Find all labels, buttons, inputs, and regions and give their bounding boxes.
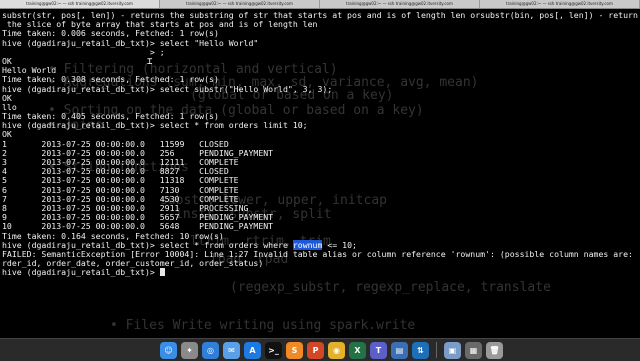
ftp-icon[interactable]: ⇅ [412, 341, 429, 359]
launchpad-icon[interactable]: ✦ [181, 341, 198, 359]
finder-icon[interactable]: ☺ [160, 341, 177, 359]
dock: ☺ ✦ ◎ ✉ A >_ S P ◉ X T ▤ ⇅ ▣ ▦ 🗑 [0, 338, 640, 361]
excel-icon[interactable]: X [349, 341, 366, 359]
window-titlebar: training@gw02:~ — ssh training@gw02.itve… [0, 0, 640, 9]
terminal-line: OK [2, 92, 12, 103]
sublime-icon[interactable]: S [286, 341, 303, 359]
dock-separator [436, 342, 437, 358]
teams-icon[interactable]: T [370, 341, 387, 359]
mouse-cursor-icon: ⌶ [147, 57, 153, 67]
terminal-icon[interactable]: >_ [265, 341, 282, 359]
terminal-tab[interactable]: training@gw02:~ — ssh training@gw02.itve… [160, 0, 320, 8]
terminal-line: > ; [2, 46, 165, 57]
files-icon[interactable]: ▤ [391, 341, 408, 359]
terminal-line: OK [2, 55, 12, 66]
terminal-output[interactable]: substr(str, pos[, len]) - returns the su… [2, 11, 638, 334]
terminal-tab[interactable]: training@gw02:~ — ssh training@gw02.itve… [480, 0, 640, 8]
terminal-tab[interactable]: training@gw02:~ — ssh training@gw02.itve… [320, 0, 480, 8]
terminal-prompt[interactable]: hive (dgadiraju_retail_db_txt)> [2, 268, 638, 277]
mail-icon[interactable]: ✉ [223, 341, 240, 359]
powerpoint-icon[interactable]: P [307, 341, 324, 359]
text-cursor [159, 268, 165, 277]
safari-icon[interactable]: ◎ [202, 341, 219, 359]
preview-icon[interactable]: ▣ [444, 341, 461, 359]
terminal-tab[interactable]: training@gw02:~ — ssh training@gw02.itve… [0, 0, 160, 8]
appstore-icon[interactable]: A [244, 341, 261, 359]
trash-icon[interactable]: 🗑 [486, 341, 503, 359]
prompt-text: hive (dgadiraju_retail_db_txt)> [2, 267, 160, 278]
vm-icon[interactable]: ▦ [465, 341, 482, 359]
terminal-line: hive (dgadiraju_retail_db_txt)> select *… [2, 120, 308, 131]
chrome-icon[interactable]: ◉ [328, 341, 345, 359]
terminal-line: hive (dgadiraju_retail_db_txt)> select s… [2, 83, 333, 94]
